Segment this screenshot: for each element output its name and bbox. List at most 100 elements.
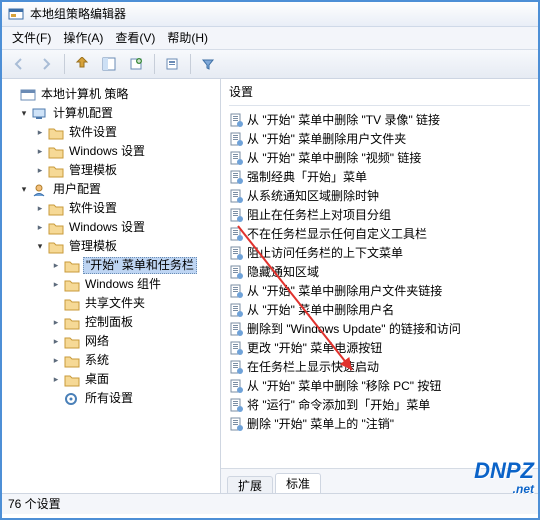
setting-label: 从 "开始" 菜单删除用户文件夹 [247, 132, 406, 146]
setting-label: 删除 "开始" 菜单上的 "注销" [247, 417, 394, 431]
tree-user-software[interactable]: 软件设置 [6, 199, 220, 218]
tree-label: 共享文件夹 [83, 296, 147, 310]
settings-list[interactable]: 从 "开始" 菜单中删除 "TV 录像" 链接从 "开始" 菜单删除用户文件夹从… [221, 110, 538, 469]
column-header[interactable]: 设置 [221, 79, 538, 110]
setting-label: 在任务栏上显示快速启动 [247, 360, 379, 374]
setting-label: 删除到 "Windows Update" 的链接和访问 [247, 322, 461, 336]
tree-start-taskbar[interactable]: "开始" 菜单和任务栏 [6, 256, 220, 275]
tree-user-config[interactable]: 用户配置 [6, 180, 220, 199]
filter-button[interactable] [195, 52, 221, 76]
policy-icon [229, 227, 243, 241]
setting-item[interactable]: 更改 "开始" 菜单电源按钮 [221, 338, 538, 357]
policy-icon [229, 303, 243, 317]
setting-item[interactable]: 阻止访问任务栏的上下文菜单 [221, 243, 538, 262]
menu-bar[interactable]: 文件(F) 操作(A) 查看(V) 帮助(H) [2, 27, 538, 50]
setting-label: 阻止访问任务栏的上下文菜单 [247, 246, 403, 260]
tree-user-windows[interactable]: Windows 设置 [6, 218, 220, 237]
policy-icon [229, 417, 243, 431]
setting-item[interactable]: 删除 "开始" 菜单上的 "注销" [221, 414, 538, 433]
tree-computer-config[interactable]: 计算机配置 [6, 104, 220, 123]
tree-label: "开始" 菜单和任务栏 [83, 257, 197, 273]
setting-item[interactable]: 删除到 "Windows Update" 的链接和访问 [221, 319, 538, 338]
setting-label: 隐藏通知区域 [247, 265, 319, 279]
tree-shared-folders[interactable]: 共享文件夹 [6, 294, 220, 313]
properties-button[interactable] [159, 52, 185, 76]
tree-user-templates[interactable]: 管理模板 [6, 237, 220, 256]
app-icon [8, 6, 24, 22]
policy-icon [229, 151, 243, 165]
policy-icon [229, 341, 243, 355]
policy-icon [229, 360, 243, 374]
setting-item[interactable]: 阻止在任务栏上对项目分组 [221, 205, 538, 224]
tree-windows-components[interactable]: Windows 组件 [6, 275, 220, 294]
setting-item[interactable]: 隐藏通知区域 [221, 262, 538, 281]
tree-comp-windows[interactable]: Windows 设置 [6, 142, 220, 161]
setting-item[interactable]: 从 "开始" 菜单中删除 "移除 PC" 按钮 [221, 376, 538, 395]
status-count: 76 个设置 [8, 497, 61, 511]
tree-all-settings[interactable]: 所有设置 [6, 389, 220, 408]
menu-view[interactable]: 查看(V) [109, 28, 161, 48]
title-bar: 本地组策略编辑器 [2, 2, 538, 27]
tree-label: 桌面 [83, 372, 111, 386]
show-hide-button[interactable] [96, 52, 122, 76]
menu-action[interactable]: 操作(A) [57, 28, 109, 48]
toolbar [2, 50, 538, 79]
brand-name: DNPZ [474, 458, 534, 483]
menu-file[interactable]: 文件(F) [6, 28, 57, 48]
tree-label: Windows 组件 [83, 277, 163, 291]
tree-label: 系统 [83, 353, 111, 367]
setting-item[interactable]: 不在任务栏显示任何自定义工具栏 [221, 224, 538, 243]
setting-item[interactable]: 从 "开始" 菜单中删除 "视频" 链接 [221, 148, 538, 167]
watermark-logo: DNPZ .net [474, 460, 534, 496]
brand-sub: .net [474, 482, 534, 496]
policy-icon [229, 379, 243, 393]
setting-item[interactable]: 强制经典「开始」菜单 [221, 167, 538, 186]
setting-label: 更改 "开始" 菜单电源按钮 [247, 341, 382, 355]
menu-help[interactable]: 帮助(H) [161, 28, 214, 48]
setting-label: 从 "开始" 菜单中删除 "移除 PC" 按钮 [247, 379, 441, 393]
setting-label: 从 "开始" 菜单中删除用户文件夹链接 [247, 284, 442, 298]
tree-root[interactable]: 本地计算机 策略 [6, 85, 220, 104]
policy-icon [229, 246, 243, 260]
export-button[interactable] [123, 52, 149, 76]
setting-item[interactable]: 从 "开始" 菜单中删除用户文件夹链接 [221, 281, 538, 300]
back-button[interactable] [6, 52, 32, 76]
tree-label: 管理模板 [67, 239, 119, 253]
tree-label: 网络 [83, 334, 111, 348]
tree-label: 软件设置 [67, 201, 119, 215]
tree-control-panel[interactable]: 控制面板 [6, 313, 220, 332]
policy-icon [229, 132, 243, 146]
tree-label: 所有设置 [83, 391, 135, 405]
tree-label: 本地计算机 策略 [39, 87, 130, 101]
setting-item[interactable]: 从 "开始" 菜单删除用户文件夹 [221, 129, 538, 148]
setting-item[interactable]: 从系统通知区域删除时钟 [221, 186, 538, 205]
window-title: 本地组策略编辑器 [30, 7, 126, 21]
status-bar: 76 个设置 [2, 493, 538, 514]
tree-pane[interactable]: 本地计算机 策略 计算机配置 软件设置 Windows 设置 管理模板 用户配置… [2, 79, 221, 493]
policy-icon [229, 208, 243, 222]
setting-item[interactable]: 在任务栏上显示快速启动 [221, 357, 538, 376]
policy-icon [229, 170, 243, 184]
tree-comp-templates[interactable]: 管理模板 [6, 161, 220, 180]
header-settings: 设置 [229, 85, 253, 99]
tree-desktop[interactable]: 桌面 [6, 370, 220, 389]
up-button[interactable] [69, 52, 95, 76]
setting-item[interactable]: 将 "运行" 命令添加到「开始」菜单 [221, 395, 538, 414]
tree-label: Windows 设置 [67, 144, 147, 158]
tree-network[interactable]: 网络 [6, 332, 220, 351]
tree-system[interactable]: 系统 [6, 351, 220, 370]
setting-label: 不在任务栏显示任何自定义工具栏 [247, 227, 427, 241]
setting-item[interactable]: 从 "开始" 菜单中删除用户名 [221, 300, 538, 319]
tree-comp-software[interactable]: 软件设置 [6, 123, 220, 142]
forward-button[interactable] [33, 52, 59, 76]
policy-icon [229, 113, 243, 127]
policy-icon [229, 189, 243, 203]
tab-standard[interactable]: 标准 [275, 473, 321, 493]
setting-label: 从 "开始" 菜单中删除用户名 [247, 303, 394, 317]
policy-icon [229, 265, 243, 279]
tab-extended[interactable]: 扩展 [227, 476, 273, 493]
tree-label: Windows 设置 [67, 220, 147, 234]
policy-icon [229, 284, 243, 298]
setting-item[interactable]: 从 "开始" 菜单中删除 "TV 录像" 链接 [221, 110, 538, 129]
policy-icon [229, 398, 243, 412]
